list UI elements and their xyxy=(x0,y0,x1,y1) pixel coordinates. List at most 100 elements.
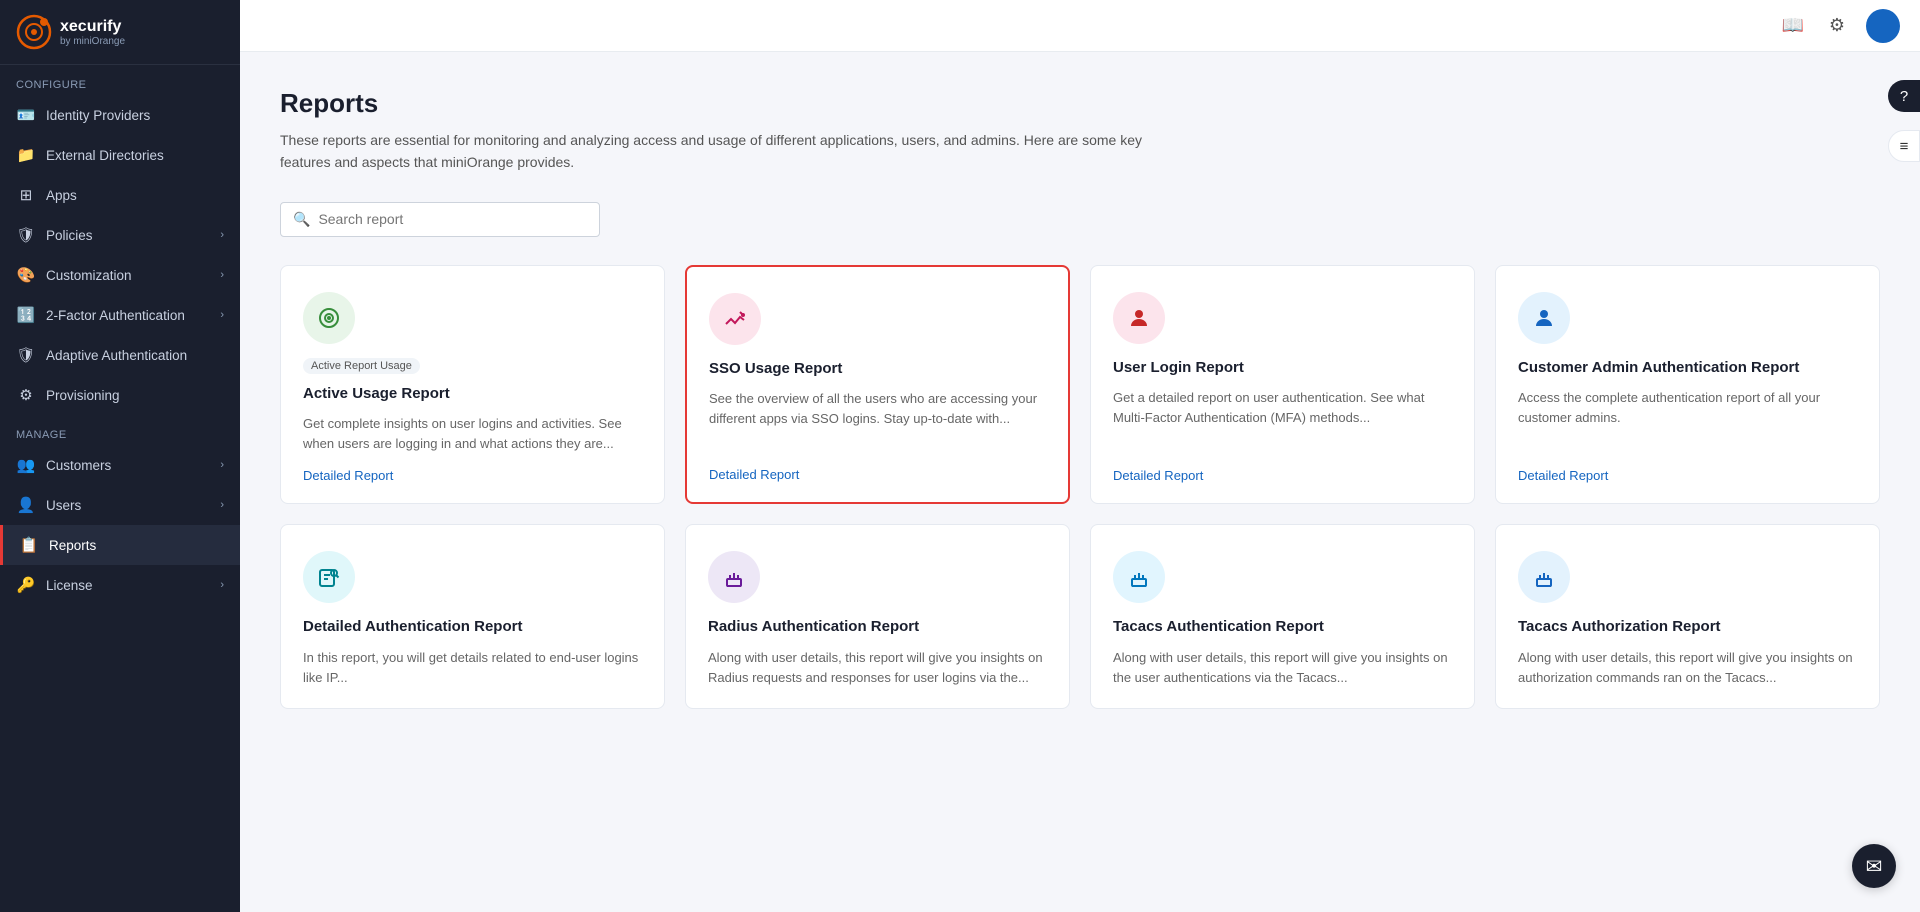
sidebar-item-users[interactable]: 👤 Users › xyxy=(0,485,240,525)
sidebar-label-customers: Customers xyxy=(46,458,111,473)
page-description: These reports are essential for monitori… xyxy=(280,129,1180,174)
card-desc-customer-admin: Access the complete authentication repor… xyxy=(1518,388,1857,454)
sidebar-label-users: Users xyxy=(46,498,81,513)
chevron-icon: › xyxy=(220,459,224,471)
book-icon[interactable]: 📖 xyxy=(1778,11,1808,41)
sidebar-label-adaptive-auth: Adaptive Authentication xyxy=(46,348,187,363)
sidebar-item-2fa[interactable]: 🔢 2-Factor Authentication › xyxy=(0,295,240,335)
sidebar-manage-group: 👥 Customers › 👤 Users › 📋 Reports 🔑 Lice… xyxy=(0,445,240,605)
sidebar-item-adaptive-auth[interactable]: 🛡 Adaptive Authentication xyxy=(0,335,240,375)
sidebar-item-reports[interactable]: 📋 Reports xyxy=(0,525,240,565)
brand-text: xecurify by miniOrange xyxy=(60,18,125,47)
customization-icon: 🎨 xyxy=(16,266,36,284)
card-detailed-auth[interactable]: Detailed Authentication Report In this r… xyxy=(280,524,665,709)
provisioning-icon: ⚙ xyxy=(16,386,36,404)
chat-button[interactable]: ✉ xyxy=(1852,844,1896,888)
reports-icon: 📋 xyxy=(19,536,39,554)
card-tacacs-auth[interactable]: Tacacs Authentication Report Along with … xyxy=(1090,524,1475,709)
main-area: 📖 ⚙ Reports These reports are essential … xyxy=(240,0,1920,912)
card-icon-detailed-auth xyxy=(303,551,355,603)
card-title-detailed-auth: Detailed Authentication Report xyxy=(303,617,642,637)
card-icon-tacacs-authz xyxy=(1518,551,1570,603)
card-desc-active-usage: Get complete insights on user logins and… xyxy=(303,414,642,454)
sidebar-label-2fa: 2-Factor Authentication xyxy=(46,308,185,323)
sidebar-label-policies: Policies xyxy=(46,228,93,243)
search-icon: 🔍 xyxy=(293,211,310,228)
card-icon-tacacs-auth xyxy=(1113,551,1165,603)
card-link-user-login[interactable]: Detailed Report xyxy=(1113,468,1452,483)
card-title-tacacs-authz: Tacacs Authorization Report xyxy=(1518,617,1857,637)
adaptive-auth-icon: 🛡 xyxy=(16,346,36,364)
card-title-sso-usage: SSO Usage Report xyxy=(709,359,1046,379)
card-icon-user-login xyxy=(1113,292,1165,344)
user-avatar[interactable] xyxy=(1866,9,1900,43)
card-active-usage[interactable]: Active Report Usage Active Usage Report … xyxy=(280,265,665,505)
sidebar-label-provisioning: Provisioning xyxy=(46,388,120,403)
sidebar-label-identity-providers: Identity Providers xyxy=(46,108,150,123)
settings-icon[interactable]: ⚙ xyxy=(1822,11,1852,41)
customers-icon: 👥 xyxy=(16,456,36,474)
chevron-icon: › xyxy=(220,309,224,321)
card-icon-sso-usage xyxy=(709,293,761,345)
brand-name: xecurify xyxy=(60,18,125,36)
apps-icon: ⊞ xyxy=(16,186,36,204)
card-link-active-usage[interactable]: Detailed Report xyxy=(303,468,642,483)
chevron-icon: › xyxy=(220,269,224,281)
card-title-active-usage: Active Usage Report xyxy=(303,384,642,404)
identity-providers-icon: 🪪 xyxy=(16,106,36,124)
sidebar-item-policies[interactable]: 🛡 Policies › xyxy=(0,215,240,255)
policies-icon: 🛡 xyxy=(16,226,36,244)
sidebar-label-apps: Apps xyxy=(46,188,77,203)
chevron-icon: › xyxy=(220,499,224,511)
card-title-tacacs-auth: Tacacs Authentication Report xyxy=(1113,617,1452,637)
help-button[interactable]: ? xyxy=(1888,80,1920,112)
sidebar-item-license[interactable]: 🔑 License › xyxy=(0,565,240,605)
sidebar: xecurify by miniOrange Configure 🪪 Ident… xyxy=(0,0,240,912)
logo-icon xyxy=(16,14,52,50)
card-desc-tacacs-authz: Along with user details, this report wil… xyxy=(1518,648,1857,688)
sidebar-item-external-directories[interactable]: 📁 External Directories xyxy=(0,135,240,175)
chevron-icon: › xyxy=(220,229,224,241)
card-icon-radius-auth xyxy=(708,551,760,603)
card-title-customer-admin: Customer Admin Authentication Report xyxy=(1518,358,1857,378)
sidebar-item-identity-providers[interactable]: 🪪 Identity Providers xyxy=(0,95,240,135)
sidebar-label-reports: Reports xyxy=(49,538,96,553)
card-desc-radius-auth: Along with user details, this report wil… xyxy=(708,648,1047,688)
search-bar[interactable]: 🔍 xyxy=(280,202,600,237)
card-icon-active-usage xyxy=(303,292,355,344)
card-link-customer-admin[interactable]: Detailed Report xyxy=(1518,468,1857,483)
sidebar-item-apps[interactable]: ⊞ Apps xyxy=(0,175,240,215)
card-link-sso-usage[interactable]: Detailed Report xyxy=(709,467,1046,482)
card-user-login[interactable]: User Login Report Get a detailed report … xyxy=(1090,265,1475,505)
card-title-user-login: User Login Report xyxy=(1113,358,1452,378)
active-badge: Active Report Usage xyxy=(303,358,420,374)
card-title-radius-auth: Radius Authentication Report xyxy=(708,617,1047,637)
card-desc-detailed-auth: In this report, you will get details rel… xyxy=(303,648,642,688)
topbar: 📖 ⚙ xyxy=(240,0,1920,52)
manage-section-label: Manage xyxy=(0,415,240,445)
chevron-icon: › xyxy=(220,579,224,591)
sidebar-item-provisioning[interactable]: ⚙ Provisioning xyxy=(0,375,240,415)
sidebar-label-customization: Customization xyxy=(46,268,132,283)
card-desc-user-login: Get a detailed report on user authentica… xyxy=(1113,388,1452,454)
sidebar-toggle-button[interactable]: ≡ xyxy=(1888,130,1920,162)
sidebar-label-license: License xyxy=(46,578,93,593)
logo-area: xecurify by miniOrange xyxy=(0,0,240,65)
sidebar-configure-group: 🪪 Identity Providers 📁 External Director… xyxy=(0,95,240,415)
card-sso-usage[interactable]: SSO Usage Report See the overview of all… xyxy=(685,265,1070,505)
sidebar-item-customers[interactable]: 👥 Customers › xyxy=(0,445,240,485)
cards-grid: Active Report Usage Active Usage Report … xyxy=(280,265,1880,709)
sidebar-label-external-directories: External Directories xyxy=(46,148,164,163)
sidebar-item-customization[interactable]: 🎨 Customization › xyxy=(0,255,240,295)
card-radius-auth[interactable]: Radius Authentication Report Along with … xyxy=(685,524,1070,709)
2fa-icon: 🔢 xyxy=(16,306,36,324)
content-area: Reports These reports are essential for … xyxy=(240,52,1920,912)
search-input[interactable] xyxy=(318,211,587,227)
brand-subtitle: by miniOrange xyxy=(60,36,125,47)
card-tacacs-authz[interactable]: Tacacs Authorization Report Along with u… xyxy=(1495,524,1880,709)
configure-section-label: Configure xyxy=(0,65,240,95)
card-icon-customer-admin xyxy=(1518,292,1570,344)
card-desc-sso-usage: See the overview of all the users who ar… xyxy=(709,389,1046,453)
card-customer-admin[interactable]: Customer Admin Authentication Report Acc… xyxy=(1495,265,1880,505)
license-icon: 🔑 xyxy=(16,576,36,594)
